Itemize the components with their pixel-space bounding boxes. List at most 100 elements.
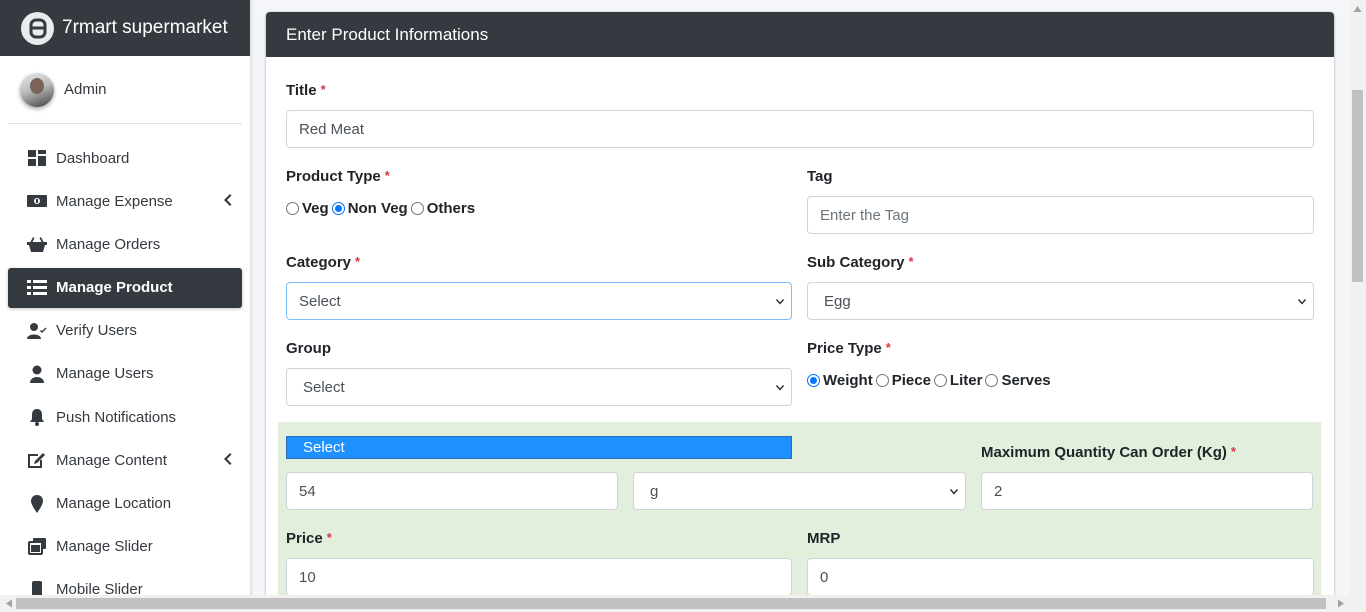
sidebar-item-manage-location[interactable]: Manage Location	[8, 484, 242, 524]
radio-label: Piece	[891, 372, 931, 389]
user-panel[interactable]: Admin	[8, 56, 242, 124]
price-type-label: Price Type *	[807, 340, 891, 357]
title-input-value: Red Meat	[299, 120, 365, 138]
sidebar-item-verify-users[interactable]: Verify Users	[8, 311, 242, 351]
sub-category-label: Sub Category *	[807, 254, 914, 271]
price-type-option-weight[interactable]: Weight	[807, 372, 873, 389]
horizontal-scrollbar[interactable]	[0, 595, 1366, 612]
required-marker: *	[908, 254, 914, 269]
price-type-option-piece[interactable]: Piece	[875, 372, 931, 389]
category-select-value: Select	[299, 292, 341, 310]
radio-serves[interactable]	[985, 374, 999, 387]
radio-weight[interactable]	[807, 374, 820, 387]
vertical-scrollbar[interactable]	[1349, 0, 1366, 595]
mrp-label-text: MRP	[807, 530, 841, 547]
sidebar-item-manage-users[interactable]: Manage Users	[8, 354, 242, 394]
chevron-down-icon	[949, 485, 959, 497]
slides-icon	[26, 537, 48, 556]
price-input[interactable]: 10	[286, 558, 792, 596]
weight-value-input[interactable]: 54	[286, 472, 618, 510]
brand-name: 7rmart supermarket	[62, 17, 228, 38]
radio-piece[interactable]	[875, 374, 889, 387]
sidebar-item-label: Manage Product	[56, 279, 173, 297]
radio-veg[interactable]	[286, 202, 299, 215]
scroll-right-icon[interactable]	[1337, 599, 1345, 608]
tag-input-placeholder: Enter the Tag	[820, 206, 909, 224]
title-label: Title *	[286, 82, 326, 99]
weight-value-input-value: 54	[299, 482, 316, 500]
sidebar-item-label: Manage Location	[56, 495, 172, 512]
radio-label: Weight	[823, 372, 873, 389]
sidebar-item-label: Manage Slider	[56, 538, 153, 556]
user-icon	[26, 365, 48, 383]
required-marker: *	[885, 340, 891, 355]
user-name: Admin	[64, 81, 107, 98]
sidebar-item-manage-orders[interactable]: Manage Orders	[8, 224, 242, 264]
product-type-option-veg[interactable]: Veg	[286, 200, 329, 217]
sidebar-item-manage-expense[interactable]: Manage Expense	[8, 181, 242, 221]
sidebar-item-manage-product[interactable]: Manage Product	[8, 267, 242, 308]
radio-liter[interactable]	[933, 374, 947, 387]
max-quantity-input-value: 2	[994, 482, 1003, 500]
sidebar-item-label: Manage Orders	[56, 235, 161, 253]
weight-unit-select-value: g	[650, 482, 659, 500]
radio-label: Others	[426, 200, 476, 217]
sidebar-item-label: Push Notifications	[56, 408, 177, 426]
category-label: Category *	[286, 254, 360, 271]
sidebar-item-push-notifications[interactable]: Push Notifications	[8, 397, 242, 437]
tag-input[interactable]: Enter the Tag	[807, 196, 1314, 234]
radio-others[interactable]	[410, 202, 424, 215]
sidebar-item-label: Manage Users	[56, 365, 154, 383]
mrp-input[interactable]: 0	[807, 558, 1314, 596]
tag-label: Tag	[807, 168, 833, 185]
weight-unit-select[interactable]: g	[633, 472, 966, 510]
mrp-label: MRP	[807, 530, 840, 547]
radio-label: Serves	[1001, 372, 1051, 389]
sidebar-item-label: Dashboard	[56, 149, 130, 167]
group-label: Group	[286, 340, 331, 357]
required-marker: *	[355, 254, 361, 269]
group-label-text: Group	[286, 340, 331, 357]
sub-category-label-text: Sub Category	[807, 254, 905, 271]
sidebar-item-manage-content[interactable]: Manage Content	[8, 440, 242, 480]
horizontal-scroll-thumb[interactable]	[16, 598, 1326, 609]
price-type-option-liter[interactable]: Liter	[933, 372, 983, 389]
radio-non-veg[interactable]	[331, 202, 345, 215]
product-type-option-non-veg[interactable]: Non Veg	[331, 200, 408, 217]
vertical-scroll-thumb[interactable]	[1352, 90, 1363, 282]
sidebar-item-manage-slider[interactable]: Manage Slider	[8, 527, 242, 567]
category-select[interactable]: Select	[286, 282, 792, 320]
user-check-icon	[26, 322, 48, 340]
scroll-up-icon[interactable]	[1353, 5, 1362, 13]
bell-icon	[26, 408, 48, 427]
sidebar-item-label: Manage Content	[56, 451, 167, 469]
chevron-down-icon	[1297, 295, 1307, 307]
max-quantity-label: Maximum Quantity Can Order (Kg) *	[981, 444, 1236, 461]
group-select[interactable]: Select	[286, 368, 792, 406]
price-input-value: 10	[299, 568, 316, 586]
title-input[interactable]: Red Meat	[286, 110, 1314, 148]
sidebar-item-label: Verify Users	[56, 322, 137, 340]
price-type-label-text: Price Type	[807, 340, 882, 357]
edit-icon	[26, 451, 48, 469]
price-label-text: Price	[286, 530, 323, 547]
scroll-left-icon[interactable]	[5, 599, 13, 608]
category-label-text: Category	[286, 254, 352, 271]
radio-label: Veg	[302, 200, 329, 217]
price-type-option-serves[interactable]: Serves	[985, 372, 1051, 389]
product-type-option-others[interactable]: Others	[410, 200, 476, 217]
price-type-radio-group: Weight Piece Liter Serves	[807, 372, 1054, 389]
radio-label: Liter	[949, 372, 983, 389]
required-marker: *	[384, 168, 390, 183]
tag-label-text: Tag	[807, 168, 833, 185]
sub-category-select[interactable]: Egg	[807, 282, 1314, 320]
brand-logo-icon	[21, 11, 54, 45]
max-quantity-input[interactable]: 2	[981, 472, 1313, 510]
dashboard-icon	[26, 149, 48, 167]
radio-label: Non Veg	[347, 200, 408, 217]
brand-link[interactable]: 7rmart supermarket	[0, 0, 250, 56]
sidebar-nav: Dashboard Manage Expense Manage Orders M…	[0, 124, 250, 610]
chevron-down-icon	[775, 295, 785, 307]
sidebar-item-dashboard[interactable]: Dashboard	[8, 138, 242, 178]
group-dropdown-option-select[interactable]: Select	[286, 436, 792, 459]
